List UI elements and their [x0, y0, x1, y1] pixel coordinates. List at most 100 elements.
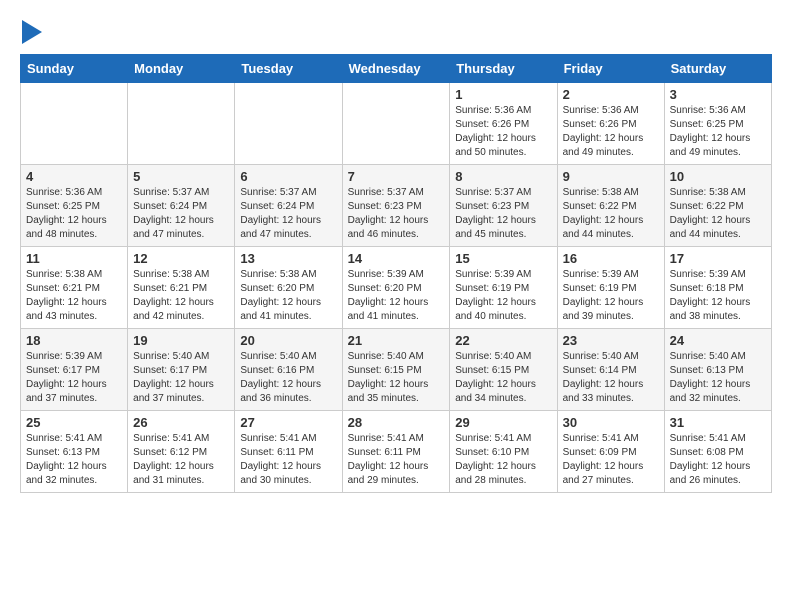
day-header-monday: Monday — [128, 55, 235, 83]
day-header-tuesday: Tuesday — [235, 55, 342, 83]
calendar-cell — [235, 83, 342, 165]
day-number: 11 — [26, 251, 122, 266]
day-info: Sunrise: 5:40 AM Sunset: 6:14 PM Dayligh… — [563, 350, 659, 406]
day-number: 9 — [563, 169, 659, 184]
day-info: Sunrise: 5:41 AM Sunset: 6:09 PM Dayligh… — [563, 432, 659, 488]
day-info: Sunrise: 5:38 AM Sunset: 6:22 PM Dayligh… — [563, 186, 659, 242]
calendar-cell: 29 Sunrise: 5:41 AM Sunset: 6:10 PM Dayli… — [450, 411, 557, 493]
day-info: Sunrise: 5:37 AM Sunset: 6:23 PM Dayligh… — [348, 186, 445, 242]
calendar-cell: 1 Sunrise: 5:36 AM Sunset: 6:26 PM Daylig… — [450, 83, 557, 165]
day-info: Sunrise: 5:39 AM Sunset: 6:19 PM Dayligh… — [455, 268, 551, 324]
day-info: Sunrise: 5:40 AM Sunset: 6:17 PM Dayligh… — [133, 350, 229, 406]
header-section — [20, 20, 772, 44]
calendar-cell: 19 Sunrise: 5:40 AM Sunset: 6:17 PM Dayli… — [128, 329, 235, 411]
calendar-cell: 7 Sunrise: 5:37 AM Sunset: 6:23 PM Daylig… — [342, 165, 450, 247]
day-number: 16 — [563, 251, 659, 266]
calendar-cell: 9 Sunrise: 5:38 AM Sunset: 6:22 PM Daylig… — [557, 165, 664, 247]
calendar-cell: 5 Sunrise: 5:37 AM Sunset: 6:24 PM Daylig… — [128, 165, 235, 247]
day-info: Sunrise: 5:39 AM Sunset: 6:20 PM Dayligh… — [348, 268, 445, 324]
day-info: Sunrise: 5:41 AM Sunset: 6:11 PM Dayligh… — [240, 432, 336, 488]
calendar-cell: 30 Sunrise: 5:41 AM Sunset: 6:09 PM Dayli… — [557, 411, 664, 493]
day-number: 17 — [670, 251, 766, 266]
day-info: Sunrise: 5:37 AM Sunset: 6:23 PM Dayligh… — [455, 186, 551, 242]
calendar-cell — [342, 83, 450, 165]
day-info: Sunrise: 5:36 AM Sunset: 6:25 PM Dayligh… — [670, 104, 766, 160]
day-number: 10 — [670, 169, 766, 184]
calendar-cell: 12 Sunrise: 5:38 AM Sunset: 6:21 PM Dayli… — [128, 247, 235, 329]
day-number: 3 — [670, 87, 766, 102]
day-info: Sunrise: 5:40 AM Sunset: 6:16 PM Dayligh… — [240, 350, 336, 406]
day-info: Sunrise: 5:39 AM Sunset: 6:17 PM Dayligh… — [26, 350, 122, 406]
day-number: 21 — [348, 333, 445, 348]
calendar-cell: 13 Sunrise: 5:38 AM Sunset: 6:20 PM Dayli… — [235, 247, 342, 329]
day-info: Sunrise: 5:41 AM Sunset: 6:12 PM Dayligh… — [133, 432, 229, 488]
day-number: 27 — [240, 415, 336, 430]
day-info: Sunrise: 5:38 AM Sunset: 6:20 PM Dayligh… — [240, 268, 336, 324]
day-number: 13 — [240, 251, 336, 266]
calendar-cell: 17 Sunrise: 5:39 AM Sunset: 6:18 PM Dayli… — [664, 247, 771, 329]
day-info: Sunrise: 5:39 AM Sunset: 6:18 PM Dayligh… — [670, 268, 766, 324]
day-info: Sunrise: 5:41 AM Sunset: 6:10 PM Dayligh… — [455, 432, 551, 488]
day-info: Sunrise: 5:40 AM Sunset: 6:15 PM Dayligh… — [348, 350, 445, 406]
day-number: 29 — [455, 415, 551, 430]
day-number: 1 — [455, 87, 551, 102]
day-info: Sunrise: 5:38 AM Sunset: 6:21 PM Dayligh… — [26, 268, 122, 324]
day-number: 12 — [133, 251, 229, 266]
day-info: Sunrise: 5:37 AM Sunset: 6:24 PM Dayligh… — [133, 186, 229, 242]
day-header-thursday: Thursday — [450, 55, 557, 83]
day-number: 30 — [563, 415, 659, 430]
day-info: Sunrise: 5:39 AM Sunset: 6:19 PM Dayligh… — [563, 268, 659, 324]
day-number: 8 — [455, 169, 551, 184]
day-number: 19 — [133, 333, 229, 348]
day-number: 18 — [26, 333, 122, 348]
day-number: 25 — [26, 415, 122, 430]
calendar-cell: 20Sunrise: 5:40 AM Sunset: 6:16 PM Dayli… — [235, 329, 342, 411]
calendar-cell: 8 Sunrise: 5:37 AM Sunset: 6:23 PM Daylig… — [450, 165, 557, 247]
day-number: 5 — [133, 169, 229, 184]
day-number: 22 — [455, 333, 551, 348]
day-number: 2 — [563, 87, 659, 102]
calendar-cell: 2 Sunrise: 5:36 AM Sunset: 6:26 PM Daylig… — [557, 83, 664, 165]
calendar-cell: 28 Sunrise: 5:41 AM Sunset: 6:11 PM Dayli… — [342, 411, 450, 493]
calendar-table: SundayMondayTuesdayWednesdayThursdayFrid… — [20, 54, 772, 493]
calendar-cell: 22 Sunrise: 5:40 AM Sunset: 6:15 PM Dayli… — [450, 329, 557, 411]
calendar-cell: 24Sunrise: 5:40 AM Sunset: 6:13 PM Dayli… — [664, 329, 771, 411]
calendar-cell — [128, 83, 235, 165]
day-info: Sunrise: 5:41 AM Sunset: 6:11 PM Dayligh… — [348, 432, 445, 488]
day-header-sunday: Sunday — [21, 55, 128, 83]
day-info: Sunrise: 5:41 AM Sunset: 6:08 PM Dayligh… — [670, 432, 766, 488]
calendar-cell: 3 Sunrise: 5:36 AM Sunset: 6:25 PM Daylig… — [664, 83, 771, 165]
day-number: 6 — [240, 169, 336, 184]
day-info: Sunrise: 5:38 AM Sunset: 6:21 PM Dayligh… — [133, 268, 229, 324]
calendar-cell: 16 Sunrise: 5:39 AM Sunset: 6:19 PM Dayli… — [557, 247, 664, 329]
calendar-cell: 18 Sunrise: 5:39 AM Sunset: 6:17 PM Dayli… — [21, 329, 128, 411]
day-header-friday: Friday — [557, 55, 664, 83]
day-info: Sunrise: 5:41 AM Sunset: 6:13 PM Dayligh… — [26, 432, 122, 488]
day-info: Sunrise: 5:36 AM Sunset: 6:26 PM Dayligh… — [455, 104, 551, 160]
calendar-cell: 4 Sunrise: 5:36 AM Sunset: 6:25 PM Daylig… — [21, 165, 128, 247]
day-info: Sunrise: 5:38 AM Sunset: 6:22 PM Dayligh… — [670, 186, 766, 242]
day-number: 23 — [563, 333, 659, 348]
calendar-cell: 31 Sunrise: 5:41 AM Sunset: 6:08 PM Dayli… — [664, 411, 771, 493]
logo — [20, 20, 42, 44]
calendar-cell: 26 Sunrise: 5:41 AM Sunset: 6:12 PM Dayli… — [128, 411, 235, 493]
calendar-cell: 27 Sunrise: 5:41 AM Sunset: 6:11 PM Dayli… — [235, 411, 342, 493]
calendar-cell: 15 Sunrise: 5:39 AM Sunset: 6:19 PM Dayli… — [450, 247, 557, 329]
day-number: 28 — [348, 415, 445, 430]
day-number: 31 — [670, 415, 766, 430]
day-number: 26 — [133, 415, 229, 430]
day-number: 7 — [348, 169, 445, 184]
day-info: Sunrise: 5:40 AM Sunset: 6:13 PM Dayligh… — [670, 350, 766, 406]
day-number: 14 — [348, 251, 445, 266]
calendar-cell: 6Sunrise: 5:37 AM Sunset: 6:24 PM Daylig… — [235, 165, 342, 247]
calendar-cell — [21, 83, 128, 165]
day-number: 4 — [26, 169, 122, 184]
calendar-cell: 11 Sunrise: 5:38 AM Sunset: 6:21 PM Dayli… — [21, 247, 128, 329]
day-info: Sunrise: 5:36 AM Sunset: 6:25 PM Dayligh… — [26, 186, 122, 242]
day-info: Sunrise: 5:40 AM Sunset: 6:15 PM Dayligh… — [455, 350, 551, 406]
day-info: Sunrise: 5:36 AM Sunset: 6:26 PM Dayligh… — [563, 104, 659, 160]
day-number: 15 — [455, 251, 551, 266]
day-header-saturday: Saturday — [664, 55, 771, 83]
calendar-cell: 21 Sunrise: 5:40 AM Sunset: 6:15 PM Dayli… — [342, 329, 450, 411]
day-header-wednesday: Wednesday — [342, 55, 450, 83]
